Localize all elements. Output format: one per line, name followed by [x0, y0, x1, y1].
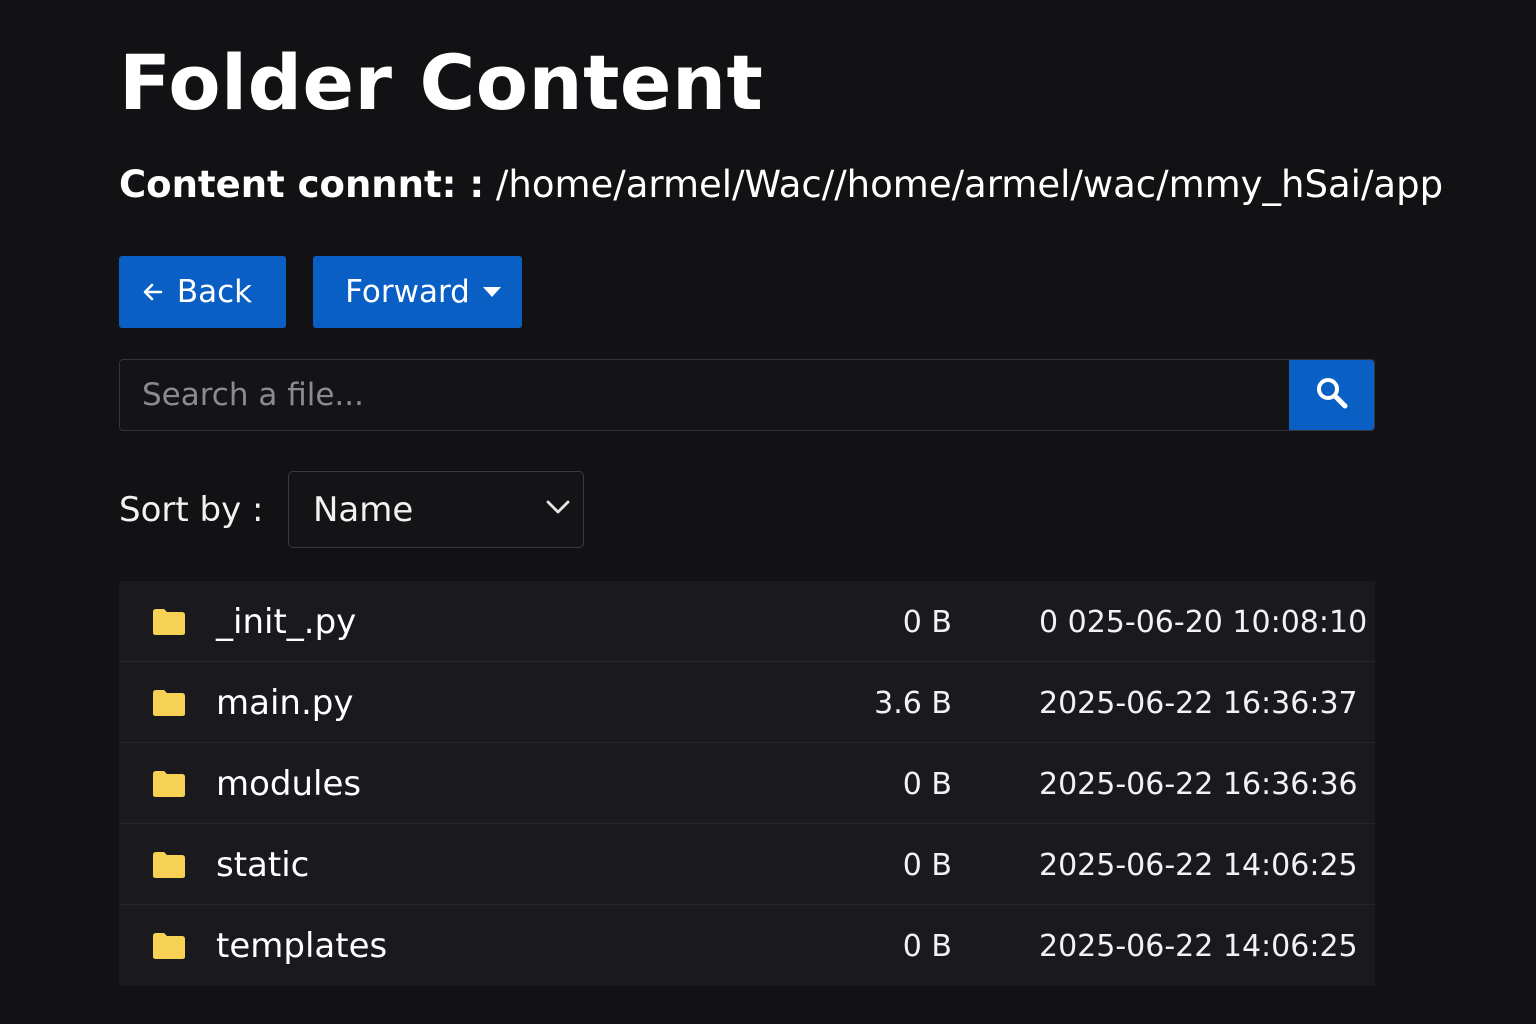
back-button-label: Back: [176, 274, 253, 310]
forward-button[interactable]: Forward: [313, 256, 522, 328]
back-button[interactable]: Back: [119, 256, 286, 328]
file-name: templates: [216, 926, 388, 966]
file-name: modules: [216, 764, 362, 804]
chevron-down-icon: [545, 498, 571, 520]
file-row[interactable]: modules 0 B 2025-06-22 16:36:36: [119, 743, 1375, 824]
path-value: /home/armel/Wac//home/armel/wac/mmy_hSai…: [495, 163, 1444, 206]
file-size: 0 B: [902, 767, 952, 802]
sort-selected-value: Name: [313, 490, 414, 530]
file-modified: 2025-06-22 14:06:25: [1039, 929, 1358, 964]
file-modified: 0 025-06-20 10:08:10: [1039, 605, 1368, 640]
file-modified: 2025-06-22 14:06:25: [1039, 848, 1358, 883]
file-modified: 2025-06-22 16:36:37: [1039, 686, 1358, 721]
folder-icon: [152, 770, 186, 802]
arrow-left-icon: [141, 280, 165, 304]
forward-button-label: Forward: [345, 274, 470, 310]
sort-label: Sort by :: [119, 490, 264, 530]
folder-icon: [152, 851, 186, 883]
folder-icon: [152, 608, 186, 640]
folder-content-page: Folder Content Content connnt: : /home/a…: [0, 0, 1536, 1024]
search-icon: [1315, 376, 1349, 414]
search-input[interactable]: [120, 360, 1290, 430]
file-list: _init_.py 0 B 0 025-06-20 10:08:10 main.…: [119, 581, 1375, 986]
file-row[interactable]: templates 0 B 2025-06-22 14:06:25: [119, 905, 1375, 986]
search-button[interactable]: [1289, 360, 1374, 430]
file-row[interactable]: main.py 3.6 B 2025-06-22 16:36:37: [119, 662, 1375, 743]
current-path: Content connnt: : /home/armel/Wac//home/…: [119, 163, 1443, 206]
folder-icon: [152, 689, 186, 721]
file-size: 0 B: [902, 848, 952, 883]
file-row[interactable]: static 0 B 2025-06-22 14:06:25: [119, 824, 1375, 905]
folder-icon: [152, 932, 186, 964]
file-name: static: [216, 845, 310, 885]
file-size: 0 B: [902, 929, 952, 964]
page-title: Folder Content: [119, 38, 764, 127]
file-size: 3.6 B: [874, 686, 952, 721]
file-row[interactable]: _init_.py 0 B 0 025-06-20 10:08:10: [119, 581, 1375, 662]
file-size: 0 B: [902, 605, 952, 640]
sort-select[interactable]: Name: [288, 471, 584, 548]
file-modified: 2025-06-22 16:36:36: [1039, 767, 1358, 802]
file-name: main.py: [216, 683, 354, 723]
search-bar: [119, 359, 1375, 431]
file-name: _init_.py: [216, 602, 357, 642]
path-label: Content connnt: :: [119, 163, 485, 206]
caret-down-icon: [482, 286, 502, 298]
